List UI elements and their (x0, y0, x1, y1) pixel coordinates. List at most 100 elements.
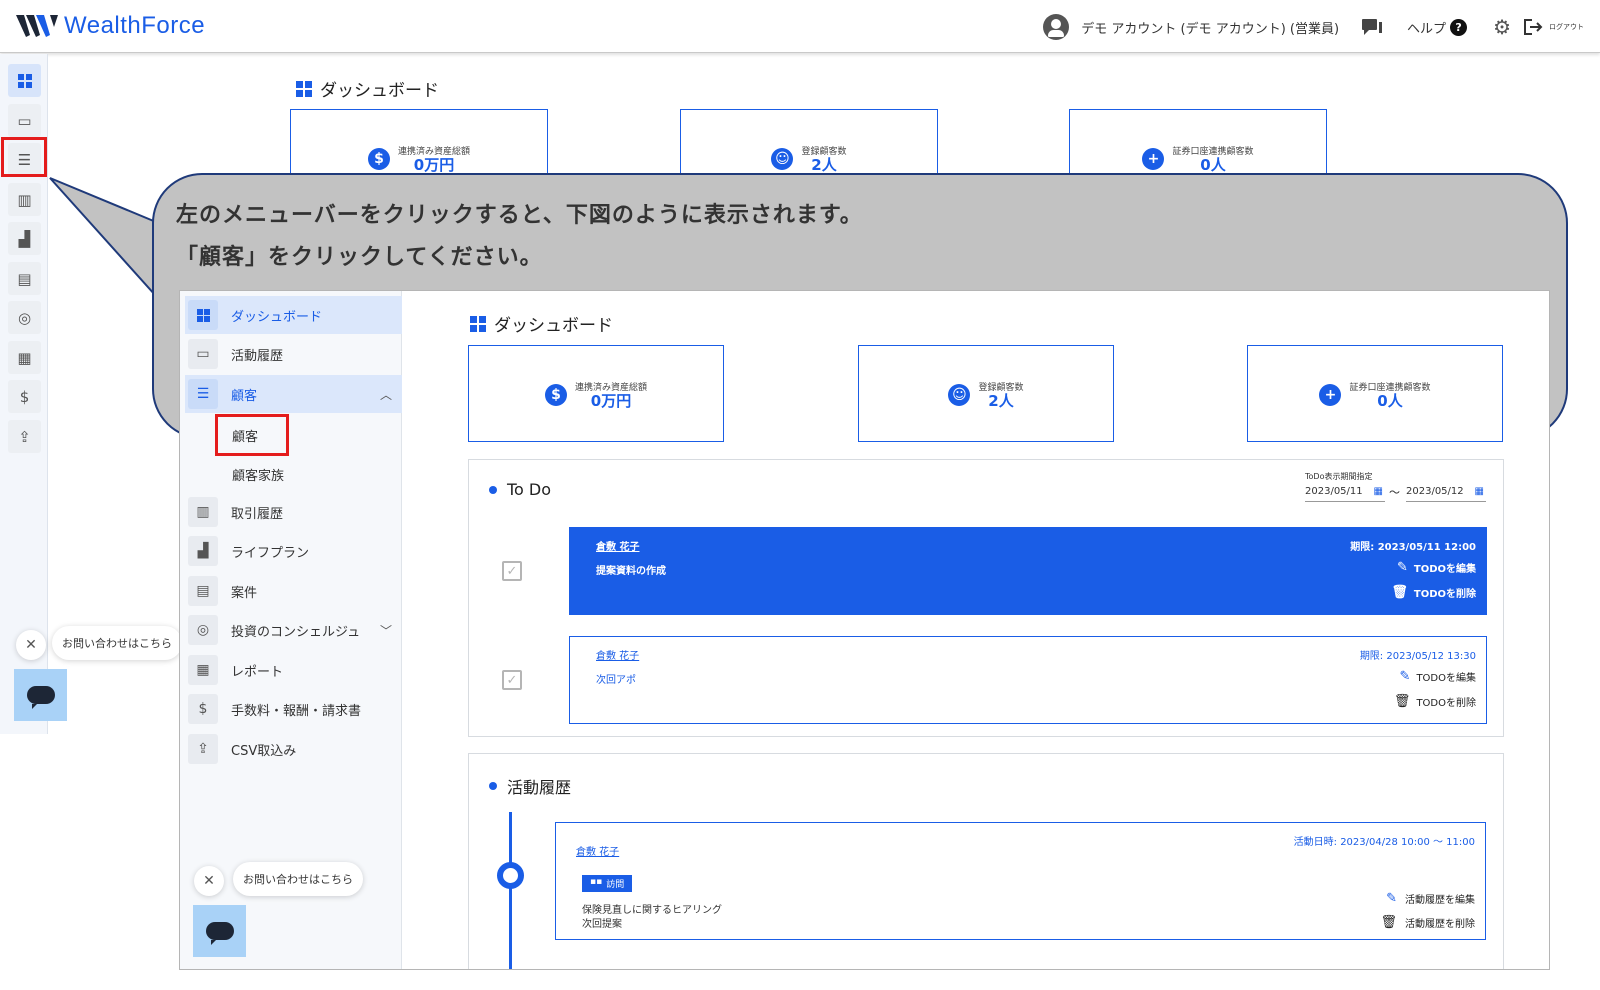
account-icon[interactable] (1043, 14, 1070, 40)
todo-delete-button[interactable]: 🗑 TODOを削除 (1391, 585, 1476, 600)
rail-csv-import-icon[interactable]: ⇪ (8, 420, 41, 453)
trash-icon: 🗑 (1391, 585, 1408, 600)
rail-transactions-icon[interactable]: ▥ (8, 183, 41, 216)
expanded-screenshot: ダッシュボード ▭ 活動履歴 ☰ 顧客 ︿ 顧客 顧客家族 ▥ 取引履歴 ▟ ラ… (179, 290, 1550, 970)
sidebar-item-label: 案件 (231, 585, 258, 601)
chevron-down-icon[interactable]: ﹀ (380, 622, 392, 639)
sidebar-item-dashboard[interactable]: ダッシュボード (185, 296, 402, 334)
settings-gear-icon[interactable]: ⚙ (1493, 15, 1511, 39)
activity-note-line-1: 保険見直しに関するヒアリング (582, 905, 722, 916)
rail-concierge-icon[interactable]: ◎ (8, 301, 41, 334)
activity-delete-button[interactable]: 🗑 活動履歴を削除 (1380, 915, 1475, 930)
stat-card-linked-customers: + 証券口座連携顧客数 0人 (1247, 345, 1503, 442)
rail-activity-icon[interactable]: ▭ (8, 104, 41, 137)
todo-checkbox[interactable]: ✓ (502, 670, 522, 690)
expanded-sidebar: ダッシュボード ▭ 活動履歴 ☰ 顧客 ︿ 顧客 顧客家族 ▥ 取引履歴 ▟ ラ… (180, 291, 402, 969)
logout-icon[interactable] (1523, 18, 1543, 36)
todo-customer-link[interactable]: 倉敷 花子 (596, 647, 639, 662)
todo-card[interactable]: 倉敷 花子 次回アポ 期限: 2023/05/12 13:30 ✎ TODOを編集… (569, 636, 1487, 724)
chat-bubble-icon (26, 686, 55, 709)
rail-dashboard-icon[interactable] (8, 64, 41, 97)
sidebar-item-transactions[interactable]: ▥ 取引履歴 (185, 493, 402, 531)
app-logo[interactable]: WealthForce (16, 12, 205, 40)
stat-card-customers: ☺ 登録顧客数 2人 (858, 345, 1114, 442)
sidebar-item-label: CSV取込み (231, 743, 297, 759)
date-range-separator: 〜 (1389, 486, 1400, 499)
calendar-icon[interactable]: ▦ (1475, 486, 1484, 497)
pencil-icon: ✎ (1386, 891, 1397, 906)
growth-chart-icon: ▟ (188, 536, 218, 566)
rail-fees-icon[interactable]: $ (8, 380, 41, 413)
todo-description: 次回アポ (596, 675, 636, 686)
account-name[interactable]: デモ アカウント (デモ アカウント) (営業員) (1081, 18, 1339, 37)
activity-panel: 活動履歴 倉敷 花子 活動日時: 2023/04/28 10:00 〜 11:0… (468, 753, 1504, 969)
dashboard-icon (296, 80, 312, 97)
chat-messages-icon[interactable] (1361, 17, 1383, 37)
report-icon: ▦ (188, 655, 218, 685)
sidebar-item-label: 顧客 (231, 388, 258, 404)
sidebar-item-lifeplan[interactable]: ▟ ライフプラン (185, 532, 402, 570)
sidebar-item-report[interactable]: ▦ レポート (185, 651, 402, 689)
chevron-up-icon[interactable]: ︿ (380, 386, 392, 403)
activity-title: 活動履歴 (489, 774, 571, 798)
chat-close-icon[interactable]: ✕ (194, 866, 224, 896)
bullet-icon (489, 782, 497, 790)
todo-card[interactable]: 倉敷 花子 提案資料の作成 期限: 2023/05/11 12:00 ✎ TODO… (569, 527, 1487, 615)
activity-card-icon: ▭ (188, 339, 218, 369)
sidebar-item-cases[interactable]: ▤ 案件 (185, 572, 402, 610)
todo-checkbox[interactable]: ✓ (502, 561, 522, 581)
bullet-icon (489, 485, 497, 494)
sidebar-item-label: 活動履歴 (231, 348, 284, 364)
sidebar-item-label: 取引履歴 (231, 506, 284, 522)
logout-label[interactable]: ログアウト (1549, 22, 1584, 32)
stat-card-assets: $ 連携済み資産総額 0万円 (468, 345, 724, 442)
dollar-icon: $ (367, 147, 390, 170)
timeline-line (509, 812, 512, 969)
help-icon[interactable]: ? (1450, 18, 1468, 36)
rail-cases-icon[interactable]: ▤ (8, 262, 41, 295)
rail-report-icon[interactable]: ▦ (8, 341, 41, 374)
chat-launcher-button[interactable] (14, 669, 67, 721)
sidebar-item-customers[interactable]: ☰ 顧客 ︿ (185, 375, 402, 413)
activity-edit-button[interactable]: ✎ 活動履歴を編集 (1386, 891, 1475, 906)
sidebar-item-label: ダッシュボード (231, 309, 323, 325)
case-icon: ▤ (188, 576, 218, 606)
chat-close-icon[interactable]: ✕ (16, 630, 46, 660)
todo-customer-link[interactable]: 倉敷 花子 (596, 538, 639, 553)
todo-due: 期限: 2023/05/12 13:30 (1359, 651, 1476, 662)
rail-lifeplan-icon[interactable]: ▟ (8, 222, 41, 255)
trash-icon: 🗑 (1393, 694, 1411, 709)
trash-icon: 🗑 (1380, 915, 1397, 930)
activity-card[interactable]: 倉敷 花子 活動日時: 2023/04/28 10:00 〜 11:00 ▪▪ 訪… (555, 822, 1486, 940)
dollar-icon: $ (544, 383, 567, 406)
todo-delete-button[interactable]: 🗑 TODOを削除 (1394, 694, 1476, 709)
sidebar-subitem-customer-family[interactable]: 顧客家族 (232, 465, 284, 484)
sidebar-item-csv-import[interactable]: ⇪ CSV取込み (185, 730, 402, 768)
todo-panel: To Do ToDo表示期間指定 2023/05/11 ▦ 〜 2023/05/1… (468, 459, 1504, 737)
bar-chart-icon: ▥ (188, 497, 218, 527)
app-logo-text: WealthForce (64, 12, 206, 39)
sidebar-item-concierge[interactable]: ◎ 投資のコンシェルジュ ﹀ (185, 611, 402, 649)
linked-users-icon: + (1142, 147, 1165, 170)
dashboard-icon (470, 315, 486, 332)
dollar-coin-icon: $ (188, 694, 218, 724)
activity-customer-link[interactable]: 倉敷 花子 (576, 843, 619, 858)
todo-edit-button[interactable]: ✎ TODOを編集 (1400, 669, 1476, 684)
todo-date-from[interactable]: 2023/05/11 ▦ (1305, 486, 1385, 502)
chat-prompt[interactable]: お問い合わせはこちら (52, 626, 182, 660)
sidebar-item-activity[interactable]: ▭ 活動履歴 (185, 335, 402, 373)
customers-icon: ☺ (948, 383, 971, 406)
highlight-customer-subitem (215, 414, 289, 456)
chat-launcher-button[interactable] (193, 905, 246, 957)
todo-date-to[interactable]: 2023/05/12 ▦ (1406, 486, 1486, 502)
sidebar-item-fees[interactable]: $ 手数料・報酬・請求書 (185, 690, 402, 728)
todo-edit-button[interactable]: ✎ TODOを編集 (1397, 560, 1476, 575)
help-link[interactable]: ヘルプ (1407, 18, 1446, 37)
linked-users-icon: + (1319, 383, 1342, 406)
activity-tag-badge: ▪▪ 訪問 (582, 875, 633, 892)
page-title: ダッシュボード (470, 311, 613, 336)
page-title-text: ダッシュボード (494, 316, 613, 336)
calendar-icon[interactable]: ▦ (1374, 486, 1383, 497)
timeline-node-icon (497, 862, 524, 889)
chat-prompt[interactable]: お問い合わせはこちら (233, 862, 363, 896)
